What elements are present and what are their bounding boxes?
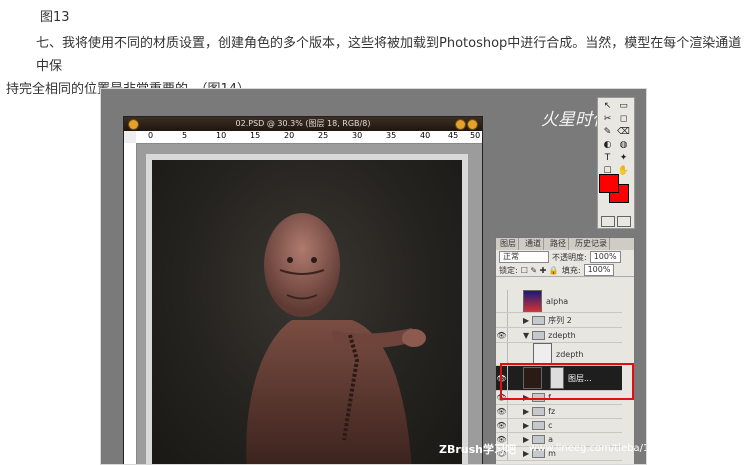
blend-row: 正常 不透明度: 100% [496, 250, 634, 264]
brush-tool-icon[interactable]: ✎ [601, 127, 614, 138]
highlight-box [500, 363, 634, 400]
dodge-tool-icon[interactable]: ◐ [601, 140, 614, 151]
document-window: 02.PSD @ 30.3% (图层 18, RGB/8) 0 5 10 15 … [123, 116, 483, 464]
ruler-tick: 40 [420, 131, 431, 140]
lock-label: 锁定: [499, 265, 518, 275]
type-tool-icon[interactable]: T [601, 153, 614, 164]
layer-row[interactable]: 👁 ▶ fz [496, 405, 622, 419]
figure-caption: 图13 [40, 10, 70, 25]
close-icon[interactable] [128, 119, 139, 130]
layer-row[interactable]: alpha [496, 290, 622, 313]
opacity-label: 不透明度: [552, 252, 587, 262]
tab-paths[interactable]: 路径 [548, 238, 569, 250]
folder-icon [532, 407, 546, 416]
blur-tool-icon[interactable]: ◍ [617, 140, 630, 151]
ruler-tick: 30 [352, 131, 363, 140]
folder-icon [532, 315, 546, 325]
lasso-tool-icon[interactable]: ✂ [601, 114, 614, 125]
eraser-tool-icon[interactable]: ⌫ [617, 127, 630, 138]
layer-name: zdepth [556, 349, 584, 359]
crop-tool-icon[interactable]: ◻ [617, 114, 630, 125]
ruler-tick: 15 [250, 131, 261, 140]
ruler-tick: 10 [216, 131, 227, 140]
document-title: 02.PSD @ 30.3% (图层 18, RGB/8) [235, 119, 371, 128]
ruler-tick: 50 [470, 131, 481, 140]
blend-mode-select[interactable]: 正常 [499, 251, 549, 263]
move-tool-icon[interactable]: ↖ [601, 101, 614, 112]
layer-name: alpha [546, 296, 569, 306]
eye-icon[interactable]: 👁 [496, 421, 507, 430]
tab-history[interactable]: 历史记录 [573, 238, 610, 250]
layer-thumbnail [533, 343, 552, 365]
eye-icon[interactable]: 👁 [496, 331, 507, 340]
ruler-tick: 45 [448, 131, 459, 140]
layer-thumbnail [523, 290, 542, 312]
maximize-icon[interactable] [467, 119, 478, 130]
image-canvas[interactable] [152, 160, 462, 464]
layer-row[interactable]: ▶ 序列 2 [496, 313, 622, 328]
vertical-ruler [124, 143, 137, 464]
lock-row: 锁定: ☐ ✎ ✚ 🔒 填充: 100% [496, 264, 634, 277]
opacity-input[interactable]: 100% [589, 251, 621, 263]
foreground-color-swatch[interactable] [599, 174, 619, 193]
url-watermark: www.lineeg.com/tieba/1802 [529, 443, 646, 454]
tab-channels[interactable]: 通道 [523, 238, 544, 250]
marquee-tool-icon[interactable]: ▭ [617, 101, 630, 112]
ruler-tick: 5 [182, 131, 188, 140]
folder-icon [532, 421, 546, 430]
horizontal-ruler: 0 5 10 15 20 25 30 35 40 45 50 [136, 131, 482, 144]
layer-name: fz [548, 407, 556, 416]
document-titlebar[interactable]: 02.PSD @ 30.3% (图层 18, RGB/8) [124, 117, 482, 131]
zbrush-watermark: ZBrush学习吧 [439, 443, 516, 456]
photoshop-screenshot: 02.PSD @ 30.3% (图层 18, RGB/8) 0 5 10 15 … [100, 88, 647, 465]
tools-palette: ↖ ▭ ✂ ◻ ✎ ⌫ ◐ ◍ T ✦ ☐ ✋ 🔍 [597, 97, 635, 229]
quickmask-mode-icon[interactable] [617, 216, 631, 227]
ruler-tick: 35 [386, 131, 397, 140]
layer-row[interactable]: 👁 ▶ c [496, 419, 622, 433]
standard-mode-icon[interactable] [601, 216, 615, 227]
monk-render-image [246, 213, 426, 464]
pen-tool-icon[interactable]: ✦ [617, 153, 630, 164]
panel-tabs: 图层 通道 路径 历史记录 [496, 238, 634, 250]
ruler-tick: 20 [284, 131, 295, 140]
layer-name: c [548, 421, 553, 430]
paragraph-line-1: 七、我将使用不同的材质设置，创建角色的多个版本，这些将被加载到Photoshop… [36, 36, 742, 74]
layer-row[interactable]: 👁 ▼ zdepth [496, 328, 622, 343]
eye-icon[interactable]: 👁 [496, 407, 507, 416]
layers-panel: 图层 通道 路径 历史记录 正常 不透明度: 100% 锁定: ☐ ✎ ✚ 🔒 … [495, 237, 635, 464]
ruler-tick: 25 [318, 131, 329, 140]
minimize-icon[interactable] [455, 119, 466, 130]
fill-label: 填充: [561, 265, 581, 275]
layer-name: zdepth [548, 330, 576, 340]
folder-icon [532, 330, 546, 340]
layer-name: 序列 2 [548, 315, 572, 325]
fill-input[interactable]: 100% [583, 264, 615, 276]
ruler-tick: 0 [148, 131, 154, 140]
tab-layers[interactable]: 图层 [498, 238, 519, 250]
lock-icons[interactable]: ☐ ✎ ✚ 🔒 [521, 266, 559, 275]
